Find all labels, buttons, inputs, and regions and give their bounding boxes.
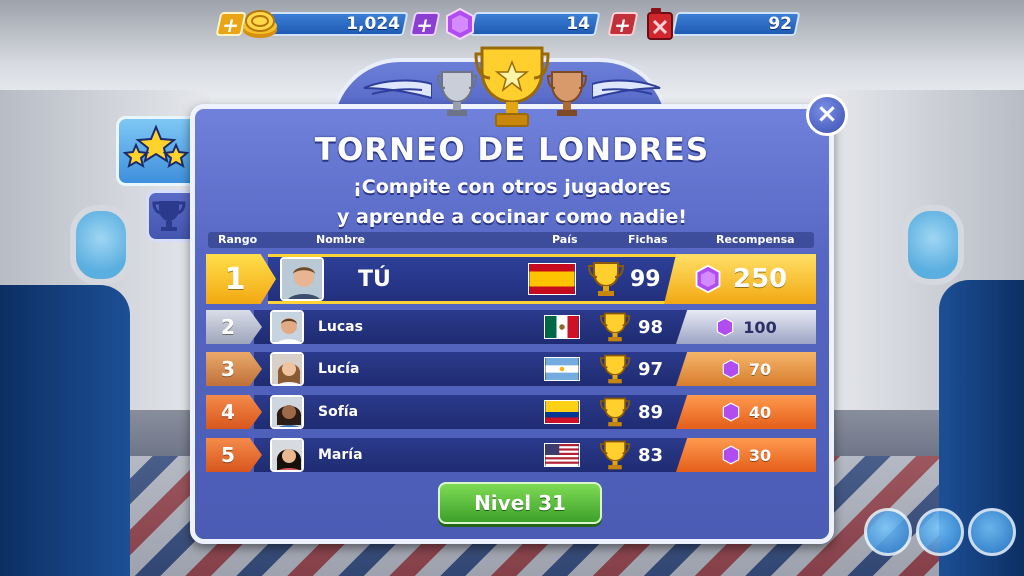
purple-gem-icon bbox=[717, 317, 734, 337]
header-rank: Rango bbox=[218, 233, 258, 246]
tab-trophy[interactable] bbox=[146, 190, 194, 242]
leaderboard-row-player[interactable]: 1 TÚ 99 250 bbox=[206, 254, 816, 304]
spain-flag-icon bbox=[528, 263, 576, 295]
colombia-flag-icon bbox=[544, 400, 580, 424]
player-name: María bbox=[318, 447, 363, 463]
leaderboard-row[interactable]: 5 María 83 30 bbox=[206, 438, 816, 472]
fuel-counter: + 92 bbox=[607, 8, 801, 40]
gems-counter: + 14 bbox=[409, 7, 601, 41]
leaderboard-header: Rango Nombre País Fichas Recompensa bbox=[208, 232, 814, 248]
subtitle-line-2: y aprende a cocinar como nadie! bbox=[337, 206, 687, 228]
trophy-icon bbox=[599, 397, 631, 427]
rank-badge: 1 bbox=[206, 254, 276, 304]
trophy-icon bbox=[599, 312, 631, 342]
airplane-seat-left bbox=[0, 285, 130, 576]
reward-amount: 70 bbox=[748, 359, 772, 379]
reward-amount: 40 bbox=[748, 402, 772, 422]
mexico-flag-icon bbox=[544, 315, 580, 339]
coins-counter: + 1,024 bbox=[215, 10, 409, 38]
menu-icon[interactable] bbox=[864, 508, 912, 556]
three-stars-icon bbox=[122, 124, 190, 169]
fuel-value: 92 bbox=[768, 14, 792, 34]
tournament-subtitle: ¡Compite con otros jugadores y aprende a… bbox=[190, 172, 834, 232]
purple-gem-icon bbox=[440, 4, 480, 44]
trophy-hud-icon[interactable] bbox=[968, 508, 1016, 556]
avatar bbox=[280, 257, 324, 301]
player-name: TÚ bbox=[358, 266, 391, 292]
reward-badge: 70 bbox=[676, 352, 816, 386]
coins-value: 1,024 bbox=[346, 14, 400, 34]
tournament-title: TORNEO DE LONDRES bbox=[314, 132, 710, 168]
player-score: 83 bbox=[638, 444, 664, 466]
gems-value: 14 bbox=[566, 14, 590, 34]
leaderboard-row[interactable]: 2 Lucas 98 100 bbox=[206, 310, 816, 344]
player-score: 98 bbox=[638, 316, 664, 338]
checklist-icon[interactable] bbox=[916, 508, 964, 556]
trophy-icon bbox=[599, 440, 631, 470]
corner-hud-icons bbox=[840, 508, 1020, 558]
avatar bbox=[270, 395, 304, 429]
player-name: Lucía bbox=[318, 361, 360, 377]
coin-stack-icon bbox=[240, 4, 280, 44]
header-name: Nombre bbox=[316, 233, 365, 246]
reward-amount: 250 bbox=[732, 264, 788, 294]
add-gems-button[interactable]: + bbox=[409, 12, 441, 37]
reward-amount: 100 bbox=[743, 317, 777, 337]
avatar bbox=[270, 438, 304, 472]
trophy-tab-icon bbox=[152, 201, 186, 231]
wing-right-icon bbox=[592, 79, 661, 100]
header-country: País bbox=[552, 233, 578, 246]
airplane-window-left bbox=[70, 205, 132, 285]
player-score: 89 bbox=[638, 401, 664, 423]
reward-badge: 100 bbox=[676, 310, 816, 344]
trophies-icon bbox=[436, 46, 588, 127]
leaderboard-row[interactable]: 4 Sofía 89 40 bbox=[206, 395, 816, 429]
reward-badge: 250 bbox=[664, 254, 816, 304]
player-name: Lucas bbox=[318, 319, 363, 335]
avatar bbox=[270, 352, 304, 386]
reward-badge: 40 bbox=[676, 395, 816, 429]
leaderboard-row[interactable]: 3 Lucía 97 70 bbox=[206, 352, 816, 386]
subtitle-line-1: ¡Compite con otros jugadores bbox=[353, 176, 671, 198]
airplane-window-right bbox=[902, 205, 964, 285]
wing-left-icon bbox=[363, 79, 432, 100]
player-score: 99 bbox=[630, 266, 661, 292]
trophy-icon bbox=[587, 262, 625, 296]
header-reward: Recompensa bbox=[716, 233, 795, 246]
purple-gem-icon bbox=[722, 402, 740, 422]
purple-gem-icon bbox=[695, 264, 721, 294]
player-name: Sofía bbox=[318, 404, 359, 420]
trophy-icon bbox=[599, 354, 631, 384]
add-fuel-button[interactable]: + bbox=[607, 12, 639, 37]
argentina-flag-icon bbox=[544, 357, 580, 381]
tab-stars[interactable] bbox=[116, 116, 194, 186]
level-button[interactable]: Nivel 31 bbox=[438, 482, 602, 524]
header-tokens: Fichas bbox=[628, 233, 668, 246]
reward-badge: 30 bbox=[676, 438, 816, 472]
red-fuel-can-icon bbox=[640, 4, 680, 44]
avatar bbox=[270, 310, 304, 344]
player-score: 97 bbox=[638, 358, 664, 380]
purple-gem-icon bbox=[722, 359, 740, 379]
usa-flag-icon bbox=[544, 443, 580, 467]
close-button[interactable]: × bbox=[806, 94, 848, 136]
reward-amount: 30 bbox=[748, 445, 772, 465]
purple-gem-icon bbox=[722, 445, 740, 465]
